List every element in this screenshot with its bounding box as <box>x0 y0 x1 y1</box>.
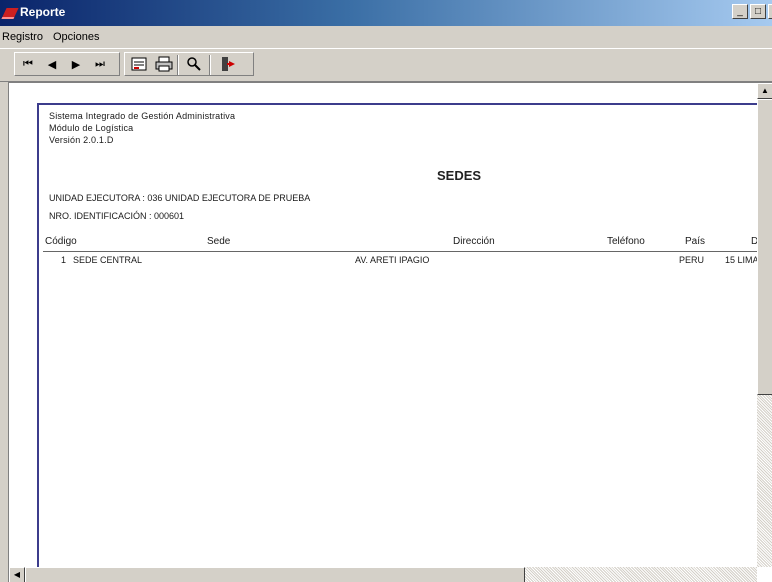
horizontal-scroll-thumb[interactable] <box>25 567 525 582</box>
first-page-button[interactable]: ⏮ <box>17 55 39 73</box>
unidad-ejecutora: UNIDAD EJECUTORA : 036 UNIDAD EJECUTORA … <box>49 193 311 203</box>
menu-bar: Registro Opciones <box>0 26 772 48</box>
header-rule <box>43 251 772 252</box>
system-name: Sistema Integrado de Gestión Administrat… <box>49 111 236 121</box>
exit-button[interactable] <box>217 55 239 73</box>
navigation-group: ⏮ ◀ ▶ ⏭ <box>14 52 120 76</box>
maximize-button[interactable]: □ <box>750 4 766 19</box>
first-page-icon: ⏮ <box>23 57 33 70</box>
vertical-scroll-thumb[interactable] <box>757 99 772 395</box>
report-window: Reporte _ □ × Registro Opciones ⏮ ◀ ▶ ⏭ <box>0 0 772 582</box>
column-pais: País <box>685 236 706 247</box>
next-page-button[interactable]: ▶ <box>65 55 87 73</box>
last-page-button[interactable]: ⏭ <box>89 55 111 73</box>
exit-icon <box>222 57 235 71</box>
row-dep: 15 LIMA <box>725 255 759 265</box>
print-button[interactable] <box>153 55 175 73</box>
search-icon <box>187 57 201 71</box>
toolbar-separator <box>209 55 211 75</box>
toolbar: ⏮ ◀ ▶ ⏭ <box>0 48 772 82</box>
column-direccion: Dirección <box>453 236 495 247</box>
version-label: Versión 2.0.1.D <box>49 135 114 145</box>
app-icon <box>1 8 19 19</box>
title-bar[interactable]: Reporte _ □ × <box>0 0 772 26</box>
vertical-scrollbar[interactable]: ▲ <box>757 83 772 567</box>
export-button[interactable] <box>129 55 151 73</box>
window-controls: _ □ × <box>732 4 772 19</box>
row-direccion: AV. ARETI IPAGIO <box>355 255 430 265</box>
toolbar-separator <box>177 55 179 75</box>
report-viewport[interactable]: Sistema Integrado de Gestión Administrat… <box>8 82 772 582</box>
window-title: Reporte <box>20 5 66 19</box>
close-button[interactable]: × <box>768 4 772 19</box>
row-codigo: 1 <box>61 255 67 265</box>
export-icon <box>131 57 147 71</box>
horizontal-scrollbar[interactable]: ◀ <box>9 567 757 582</box>
row-pais: PERU <box>679 255 705 265</box>
minimize-button[interactable]: _ <box>732 4 748 19</box>
menu-opciones[interactable]: Opciones <box>48 31 104 43</box>
prev-page-button[interactable]: ◀ <box>41 55 63 73</box>
prev-page-icon: ◀ <box>47 58 57 71</box>
report-title: SEDES <box>437 168 482 183</box>
print-icon <box>155 56 173 72</box>
column-codigo: Código <box>45 236 77 247</box>
scroll-up-icon[interactable]: ▲ <box>757 83 772 99</box>
next-page-icon: ▶ <box>71 58 81 71</box>
module-name: Módulo de Logística <box>49 123 134 133</box>
row-sede: SEDE CENTRAL <box>73 255 143 265</box>
search-button[interactable] <box>183 55 205 73</box>
column-telefono: Teléfono <box>607 236 645 247</box>
actions-group <box>124 52 254 76</box>
menu-registro[interactable]: Registro <box>0 31 48 43</box>
column-sede: Sede <box>207 236 231 247</box>
report-page: Sistema Integrado de Gestión Administrat… <box>37 103 772 582</box>
nro-identificacion: NRO. IDENTIFICACIÓN : 000601 <box>49 211 185 221</box>
last-page-icon: ⏭ <box>95 57 105 70</box>
scroll-left-icon[interactable]: ◀ <box>9 567 25 582</box>
